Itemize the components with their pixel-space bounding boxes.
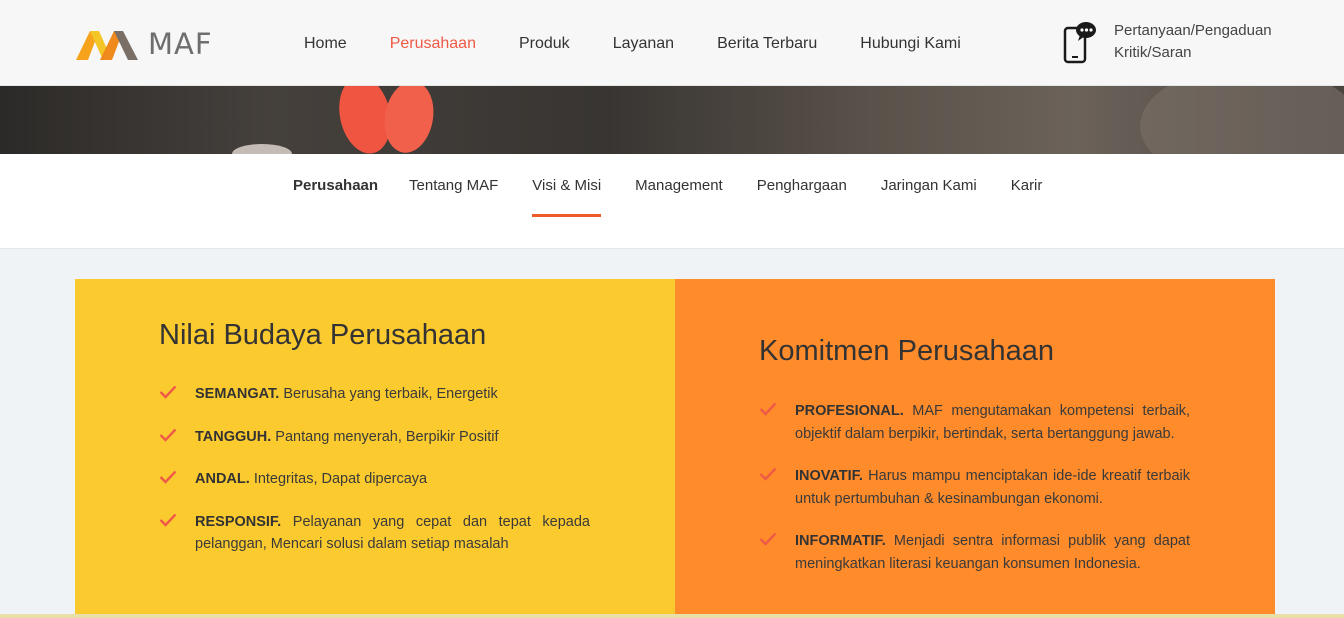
nav-home[interactable]: Home (304, 35, 347, 53)
nav-berita-terbaru[interactable]: Berita Terbaru (717, 35, 817, 53)
subnav-penghargaan[interactable]: Penghargaan (757, 177, 847, 194)
list-item: TANGGUH. Pantang menyerah, Berpikir Posi… (159, 426, 590, 449)
contact-line-1: Pertanyaan/Pengaduan (1114, 22, 1272, 39)
item-term: SEMANGAT. (195, 386, 280, 402)
values-panel: Nilai Budaya Perusahaan SEMANGAT. Berusa… (75, 279, 675, 618)
sub-nav: Perusahaan Tentang MAF Visi & Misi Manag… (0, 154, 1344, 249)
item-term: ANDAL. (195, 471, 250, 487)
subnav-tentang-maf[interactable]: Tentang MAF (409, 177, 498, 194)
check-icon (159, 470, 177, 484)
subnav-jaringan-kami[interactable]: Jaringan Kami (881, 177, 977, 194)
subnav-karir[interactable]: Karir (1011, 177, 1043, 194)
subnav-management[interactable]: Management (635, 177, 723, 194)
check-icon (159, 428, 177, 442)
commitment-list: PROFESIONAL. MAF mengutamakan kompetensi… (759, 400, 1190, 595)
item-text: Berusaha yang terbaik, Energetik (283, 386, 498, 402)
item-term: INOVATIF. (795, 468, 863, 484)
nav-layanan[interactable]: Layanan (613, 35, 674, 53)
list-item: SEMANGAT. Berusaha yang terbaik, Energet… (159, 383, 590, 406)
list-item: RESPONSIF. Pelayanan yang cepat dan tepa… (159, 511, 590, 556)
list-item: INFORMATIF. Menjadi sentra informasi pub… (759, 530, 1190, 575)
values-title: Nilai Budaya Perusahaan (159, 319, 487, 351)
maf-logo-mark (76, 31, 138, 60)
item-term: PROFESIONAL. (795, 403, 904, 419)
item-term: RESPONSIF. (195, 513, 282, 530)
list-item: ANDAL. Integritas, Dapat dipercaya (159, 468, 590, 491)
item-term: TANGGUH. (195, 428, 272, 445)
maf-logo[interactable]: MAF (76, 27, 213, 61)
item-term: INFORMATIF. (795, 533, 886, 549)
subnav-perusahaan[interactable]: Perusahaan (293, 177, 378, 194)
main-nav: Home Perusahaan Produk Layanan Berita Te… (304, 35, 1004, 53)
nav-perusahaan[interactable]: Perusahaan (390, 35, 476, 53)
commitment-panel: Komitmen Perusahaan PROFESIONAL. MAF men… (675, 279, 1275, 618)
check-icon (759, 532, 777, 546)
list-item: PROFESIONAL. MAF mengutamakan kompetensi… (759, 400, 1190, 445)
list-item: INOVATIF. Harus mampu menciptakan ide-id… (759, 465, 1190, 510)
nav-hubungi-kami[interactable]: Hubungi Kami (860, 35, 961, 53)
contact-link[interactable]: Pertanyaan/Pengaduan Kritik/Saran (1063, 20, 1272, 64)
bottom-divider (0, 614, 1344, 618)
nav-produk[interactable]: Produk (519, 35, 570, 53)
hero-banner (0, 86, 1344, 154)
item-text: Pantang menyerah, Berpikir Positif (275, 428, 499, 445)
phone-chat-icon (1063, 20, 1099, 64)
subnav-visi-misi[interactable]: Visi & Misi (532, 177, 601, 217)
commitment-title: Komitmen Perusahaan (759, 335, 1054, 367)
contact-line-2: Kritik/Saran (1114, 44, 1192, 61)
check-icon (759, 467, 777, 481)
item-text: Integritas, Dapat dipercaya (253, 471, 428, 487)
check-icon (159, 385, 177, 399)
logo-text: MAF (148, 27, 213, 61)
contact-text: Pertanyaan/Pengaduan Kritik/Saran (1114, 20, 1272, 64)
check-icon (759, 402, 777, 416)
check-icon (159, 513, 177, 527)
values-list: SEMANGAT. Berusaha yang terbaik, Energet… (159, 383, 590, 576)
site-header: MAF Home Perusahaan Produk Layanan Berit… (0, 0, 1344, 86)
